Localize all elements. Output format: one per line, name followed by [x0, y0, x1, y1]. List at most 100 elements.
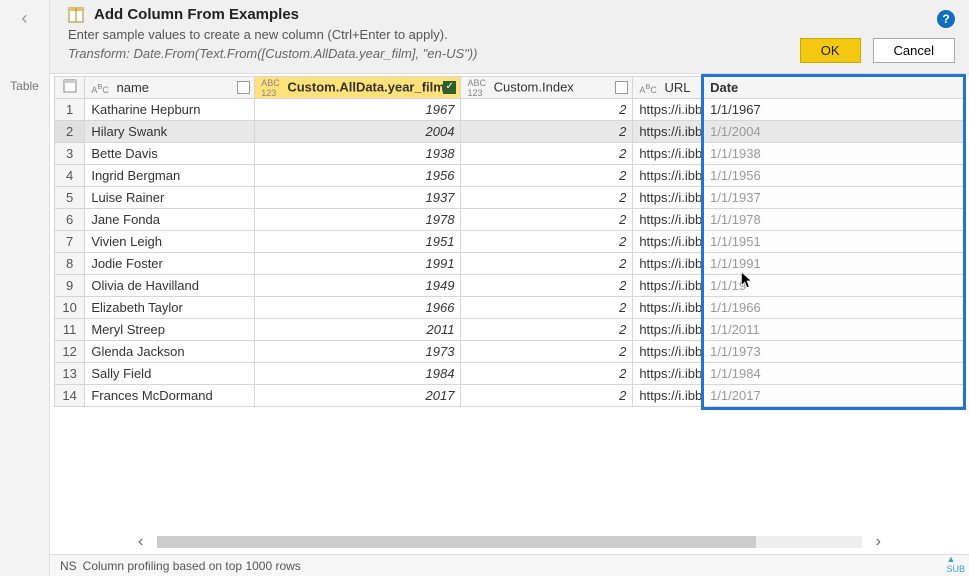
cell-index[interactable]: 2 — [461, 99, 633, 121]
ok-button[interactable]: OK — [800, 38, 861, 63]
column-header-year-film[interactable]: ABC123 Custom.AllData.year_film — [255, 77, 461, 99]
cell-index[interactable]: 2 — [461, 121, 633, 143]
back-icon[interactable]: ‹ — [22, 8, 28, 29]
cell-year[interactable]: 1937 — [255, 187, 461, 209]
cell-year[interactable]: 1938 — [255, 143, 461, 165]
row-number[interactable]: 12 — [55, 341, 85, 363]
cell-name[interactable]: Vivien Leigh — [85, 231, 255, 253]
cell-year[interactable]: 1991 — [255, 253, 461, 275]
cell-year[interactable]: 1966 — [255, 297, 461, 319]
table-row[interactable]: 9Olivia de Havilland19492https://i.ibb1/… — [55, 275, 965, 297]
column-checkbox[interactable] — [615, 81, 628, 94]
cell-url[interactable]: https://i.ibb — [633, 165, 704, 187]
cell-name[interactable]: Hilary Swank — [85, 121, 255, 143]
cell-name[interactable]: Ingrid Bergman — [85, 165, 255, 187]
cell-date[interactable]: 1/1/1938 — [704, 143, 965, 165]
cell-date[interactable]: 1/1/1966 — [704, 297, 965, 319]
cell-date[interactable]: 1/1/1937 — [704, 187, 965, 209]
cell-index[interactable]: 2 — [461, 297, 633, 319]
cell-index[interactable]: 2 — [461, 319, 633, 341]
table-row[interactable]: 5Luise Rainer19372https://i.ibb1/1/1937 — [55, 187, 965, 209]
table-row[interactable]: 12Glenda Jackson19732https://i.ibb1/1/19… — [55, 341, 965, 363]
table-row[interactable]: 7Vivien Leigh19512https://i.ibb1/1/1951 — [55, 231, 965, 253]
cell-year[interactable]: 1949 — [255, 275, 461, 297]
cell-url[interactable]: https://i.ibb — [633, 187, 704, 209]
cell-year[interactable]: 1967 — [255, 99, 461, 121]
table-row[interactable]: 2Hilary Swank20042https://i.ibb1/1/2004 — [55, 121, 965, 143]
cell-index[interactable]: 2 — [461, 385, 633, 407]
cell-name[interactable]: Frances McDormand — [85, 385, 255, 407]
cell-date[interactable]: 1/1/1984 — [704, 363, 965, 385]
table-row[interactable]: 13Sally Field19842https://i.ibb1/1/1984 — [55, 363, 965, 385]
cell-year[interactable]: 1978 — [255, 209, 461, 231]
cell-url[interactable]: https://i.ibb — [633, 209, 704, 231]
table-row[interactable]: 11Meryl Streep20112https://i.ibb1/1/2011 — [55, 319, 965, 341]
data-grid[interactable]: ABC name ABC123 Custom.AllData.year_film… — [50, 74, 969, 530]
row-number[interactable]: 5 — [55, 187, 85, 209]
table-row[interactable]: 14Frances McDormand20172https://i.ibb1/1… — [55, 385, 965, 407]
table-row[interactable]: 10Elizabeth Taylor19662https://i.ibb1/1/… — [55, 297, 965, 319]
cell-date[interactable]: 1/1/1973 — [704, 341, 965, 363]
cell-url[interactable]: https://i.ibb — [633, 231, 704, 253]
cell-date[interactable]: 1/1/2004 — [704, 121, 965, 143]
cell-name[interactable]: Glenda Jackson — [85, 341, 255, 363]
cell-name[interactable]: Meryl Streep — [85, 319, 255, 341]
help-icon[interactable]: ? — [937, 10, 955, 28]
cell-url[interactable]: https://i.ibb — [633, 385, 704, 407]
cell-index[interactable]: 2 — [461, 187, 633, 209]
cell-index[interactable]: 2 — [461, 341, 633, 363]
cell-date[interactable]: 1/1/1967 — [704, 99, 965, 121]
table-row[interactable]: 1Katharine Hepburn19672https://i.ibb1/1/… — [55, 99, 965, 121]
cell-index[interactable]: 2 — [461, 363, 633, 385]
column-header-url[interactable]: ABC URL — [633, 77, 704, 99]
sub-icon[interactable]: ▲SUB — [946, 554, 965, 574]
cell-name[interactable]: Olivia de Havilland — [85, 275, 255, 297]
cell-date[interactable]: 1/1/1991 — [704, 253, 965, 275]
row-number[interactable]: 4 — [55, 165, 85, 187]
scroll-right-icon[interactable]: › — [868, 533, 889, 551]
row-number-header[interactable] — [55, 77, 85, 99]
cell-year[interactable]: 1956 — [255, 165, 461, 187]
table-row[interactable]: 4Ingrid Bergman19562https://i.ibb1/1/195… — [55, 165, 965, 187]
cell-year[interactable]: 1984 — [255, 363, 461, 385]
cell-year[interactable]: 1951 — [255, 231, 461, 253]
cell-url[interactable]: https://i.ibb — [633, 99, 704, 121]
cell-name[interactable]: Jodie Foster — [85, 253, 255, 275]
row-number[interactable]: 7 — [55, 231, 85, 253]
column-header-index[interactable]: ABC123 Custom.Index — [461, 77, 633, 99]
cell-url[interactable]: https://i.ibb — [633, 275, 704, 297]
cell-index[interactable]: 2 — [461, 209, 633, 231]
scroll-thumb[interactable] — [157, 536, 756, 548]
column-header-name[interactable]: ABC name — [85, 77, 255, 99]
cell-index[interactable]: 2 — [461, 275, 633, 297]
cell-url[interactable]: https://i.ibb — [633, 297, 704, 319]
table-row[interactable]: 3Bette Davis19382https://i.ibb1/1/1938 — [55, 143, 965, 165]
cell-year[interactable]: 2011 — [255, 319, 461, 341]
cell-name[interactable]: Sally Field — [85, 363, 255, 385]
row-number[interactable]: 2 — [55, 121, 85, 143]
cell-name[interactable]: Bette Davis — [85, 143, 255, 165]
column-checkbox-checked[interactable] — [443, 81, 456, 94]
cell-index[interactable]: 2 — [461, 231, 633, 253]
cell-url[interactable]: https://i.ibb — [633, 121, 704, 143]
row-number[interactable]: 11 — [55, 319, 85, 341]
cell-year[interactable]: 2004 — [255, 121, 461, 143]
cell-url[interactable]: https://i.ibb — [633, 253, 704, 275]
horizontal-scrollbar[interactable]: ‹ › — [50, 530, 969, 554]
row-number[interactable]: 3 — [55, 143, 85, 165]
cell-date[interactable]: 1/1/1951 — [704, 231, 965, 253]
row-number[interactable]: 1 — [55, 99, 85, 121]
cell-year[interactable]: 2017 — [255, 385, 461, 407]
cell-url[interactable]: https://i.ibb — [633, 143, 704, 165]
cell-date[interactable]: 1/1/1978 — [704, 209, 965, 231]
cell-year[interactable]: 1973 — [255, 341, 461, 363]
row-number[interactable]: 13 — [55, 363, 85, 385]
row-number[interactable]: 14 — [55, 385, 85, 407]
cell-url[interactable]: https://i.ibb — [633, 341, 704, 363]
row-number[interactable]: 10 — [55, 297, 85, 319]
cell-index[interactable]: 2 — [461, 253, 633, 275]
cell-name[interactable]: Elizabeth Taylor — [85, 297, 255, 319]
row-number[interactable]: 6 — [55, 209, 85, 231]
column-checkbox[interactable] — [237, 81, 250, 94]
table-row[interactable]: 6Jane Fonda19782https://i.ibb1/1/1978 — [55, 209, 965, 231]
